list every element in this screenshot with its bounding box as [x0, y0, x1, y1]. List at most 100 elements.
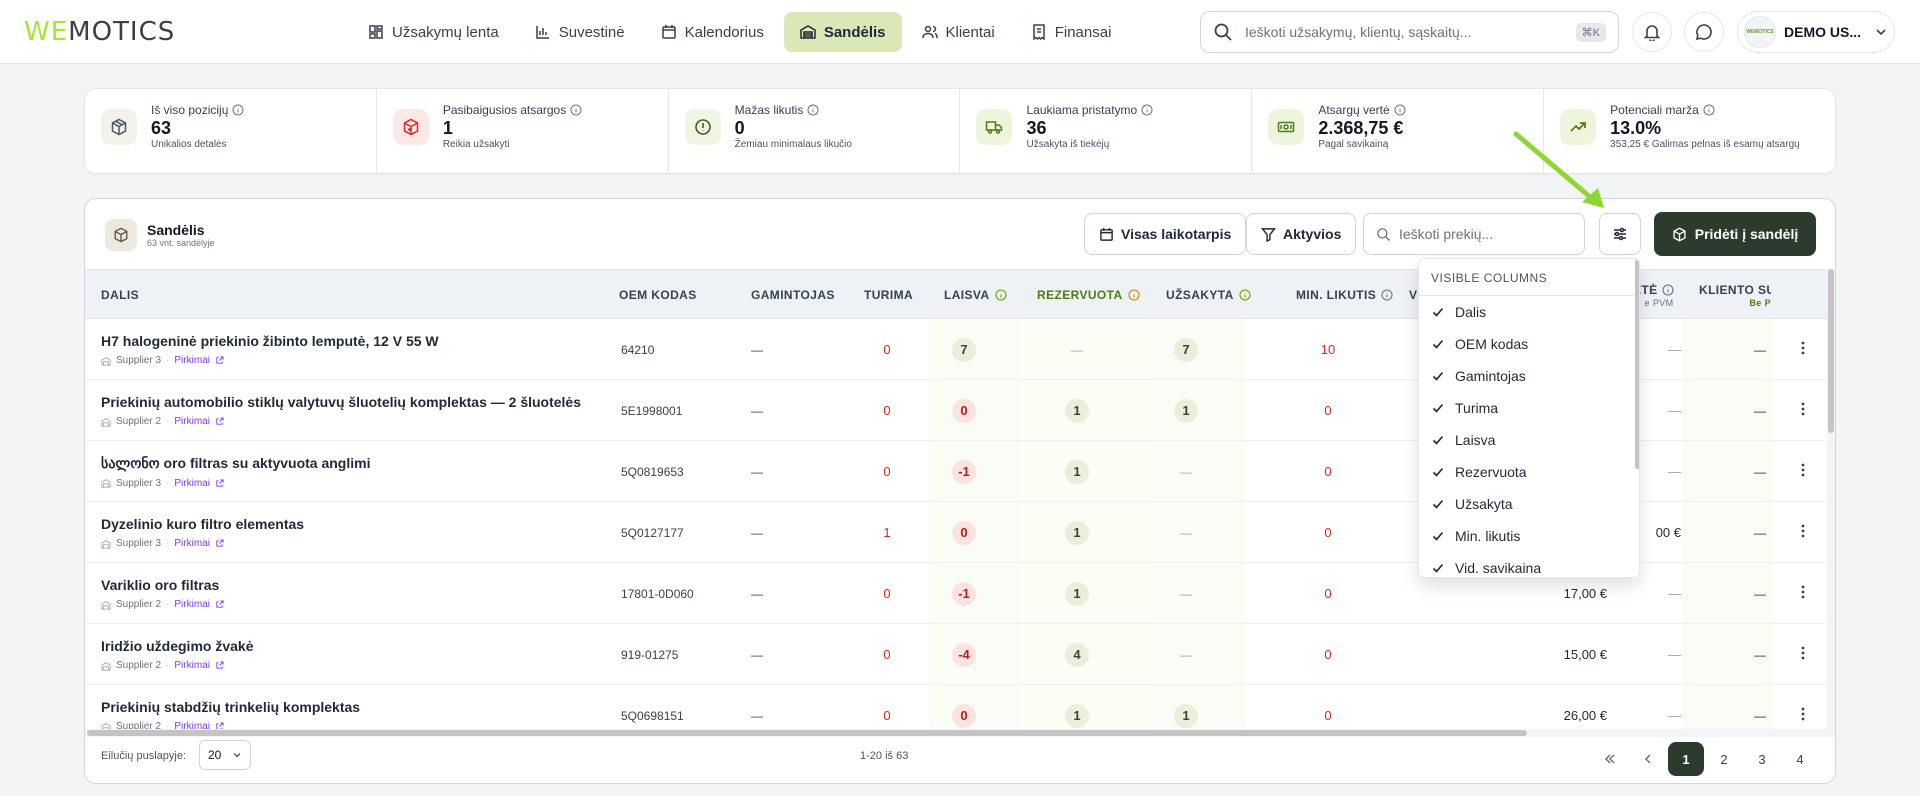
col-header-kliento-suma[interactable]: KLIENTO SUIBe P [1699, 270, 1771, 320]
part-cell[interactable]: Priekinių automobilio stiklų valytuvų šl… [101, 380, 601, 441]
oem-code: 5Q0819653 [621, 464, 684, 479]
next-page-button[interactable] [1820, 742, 1835, 776]
nav-item-suvestine[interactable]: Suvestinė [519, 12, 641, 52]
part-cell[interactable]: Iridžio uždegimo žvakė Supplier 2 · Pirk… [101, 624, 601, 685]
period-filter-button[interactable]: Visas laikotarpis [1084, 213, 1247, 255]
info-icon [232, 104, 244, 116]
search-shortcut-badge: ⌘K [1575, 22, 1606, 42]
col-header-oem[interactable]: OEM KODAS [619, 270, 697, 320]
column-toggle-item[interactable]: Rezervuota [1419, 456, 1639, 488]
info-icon [1394, 104, 1406, 116]
row-actions-icon[interactable] [1801, 463, 1805, 477]
part-cell[interactable]: სალონო oro filtras su aktyvuota anglimi … [101, 441, 601, 502]
part-name[interactable]: Dyzelinio kuro filtro elementas [101, 516, 304, 532]
col-header-min-likutis[interactable]: MIN. LIKUTIS [1296, 270, 1393, 320]
column-toggle-item[interactable]: Min. likutis [1419, 520, 1639, 552]
add-to-warehouse-button[interactable]: Pridėti į sandėlį [1654, 212, 1816, 256]
part-name[interactable]: სალონო oro filtras su aktyvuota anglimi [101, 455, 370, 472]
first-page-button[interactable] [1592, 742, 1628, 776]
nav-item-uzsakymu-lenta[interactable]: Užsakymų lenta [352, 12, 515, 52]
row-actions-icon[interactable] [1801, 341, 1805, 355]
purchases-link[interactable]: Pirkimai [174, 599, 210, 610]
part-name[interactable]: Priekinių stabdžių trinkelių komplektas [101, 699, 360, 715]
horizontal-scrollbar[interactable] [85, 729, 1835, 737]
min-stock: 0 [1324, 525, 1332, 540]
vertical-scrollbar-thumb[interactable] [1828, 269, 1834, 433]
status-filter-button[interactable]: Aktyvios [1246, 213, 1357, 255]
stat-stock-value: Atsargų vertė 2.368,75 € Pagal savikainą [1252, 89, 1545, 173]
col-header-gamintojas[interactable]: GAMINTOJAS [751, 270, 835, 320]
min-stock: 0 [1324, 403, 1332, 418]
rows-per-page-select[interactable]: 20 [199, 740, 251, 770]
nav-item-kalendorius[interactable]: Kalendorius [645, 12, 780, 52]
info-icon [570, 104, 582, 116]
col-header-rezervuota[interactable]: REZERVUOTA [1037, 270, 1140, 320]
part-cell[interactable]: H7 halogeninė priekinio žibinto lemputė,… [101, 319, 601, 380]
row-actions-icon[interactable] [1801, 585, 1805, 599]
user-menu[interactable]: WEMOTICS DEMO US... [1737, 11, 1895, 53]
check-icon [1431, 369, 1445, 383]
notifications-button[interactable] [1632, 12, 1672, 52]
column-toggle-item[interactable]: Turima [1419, 392, 1639, 424]
stock-on-hand: 0 [883, 342, 891, 357]
row-actions-icon[interactable] [1801, 707, 1805, 721]
nav-item-klientai[interactable]: Klientai [906, 12, 1011, 52]
part-name[interactable]: Variklio oro filtras [101, 577, 219, 593]
column-toggle-item[interactable]: OEM kodas [1419, 328, 1639, 360]
row-actions-icon[interactable] [1801, 402, 1805, 416]
column-toggle-item[interactable]: Gamintojas [1419, 360, 1639, 392]
min-stock: 0 [1324, 647, 1332, 662]
purchases-link[interactable]: Pirkimai [174, 355, 210, 366]
row-actions-icon[interactable] [1801, 524, 1805, 538]
horizontal-scrollbar-thumb[interactable] [87, 730, 1527, 736]
purchases-link[interactable]: Pirkimai [174, 660, 210, 671]
col-header-laisva[interactable]: LAISVA [944, 270, 1007, 320]
nav-item-finansai[interactable]: Finansai [1015, 12, 1128, 52]
page-button-1[interactable]: 1 [1668, 742, 1704, 776]
banknote-icon [1268, 109, 1305, 145]
dropdown-scrollbar-thumb[interactable] [1635, 259, 1639, 469]
stat-total-items: Iš viso pozicijų 63 Unikalios detalės [85, 89, 377, 173]
column-toggle-item[interactable]: Vid. savikaina [1419, 552, 1639, 577]
vertical-scrollbar[interactable] [1827, 269, 1835, 729]
product-search[interactable] [1363, 213, 1585, 255]
column-toggle-item[interactable]: Užsakyta [1419, 488, 1639, 520]
part-name[interactable]: H7 halogeninė priekinio žibinto lemputė,… [101, 333, 439, 349]
reserved-qty: 1 [1037, 380, 1117, 441]
col-header-turima[interactable]: TURIMA [864, 270, 913, 320]
purchases-link[interactable]: Pirkimai [174, 416, 210, 427]
col-header-dalis[interactable]: DALIS [101, 270, 139, 320]
check-icon [1431, 465, 1445, 479]
part-cell[interactable]: Variklio oro filtras Supplier 2 · Pirkim… [101, 563, 601, 624]
product-search-input[interactable] [1399, 226, 1580, 242]
col-header-uzsakyta[interactable]: UŽSAKYTA [1166, 270, 1251, 320]
column-toggle-item[interactable]: Dalis [1419, 296, 1639, 328]
col-header-vid-savikaina[interactable]: V [1409, 270, 1417, 320]
column-toggle-item[interactable]: Laisva [1419, 424, 1639, 456]
page-button-2[interactable]: 2 [1706, 742, 1742, 776]
client-sum: — [1754, 342, 1766, 357]
info-icon [1661, 283, 1674, 296]
global-search-input[interactable] [1245, 24, 1564, 40]
sliders-icon [1612, 226, 1628, 242]
logo[interactable]: WEMOTICS [24, 18, 175, 46]
messages-button[interactable] [1684, 12, 1724, 52]
page-button-4[interactable]: 4 [1782, 742, 1818, 776]
part-meta: Supplier 2 · Pirkimai [101, 416, 224, 427]
part-name[interactable]: Priekinių automobilio stiklų valytuvų šl… [101, 394, 581, 410]
purchases-link[interactable]: Pirkimai [174, 478, 210, 489]
dropdown-title: VISIBLE COLUMNS [1419, 259, 1639, 296]
nav-item-sandelis[interactable]: Sandėlis [783, 12, 902, 52]
row-actions-icon[interactable] [1801, 646, 1805, 660]
purchases-link[interactable]: Pirkimai [174, 538, 210, 549]
client-sum: — [1754, 525, 1766, 540]
column-settings-button[interactable] [1599, 213, 1641, 255]
part-name[interactable]: Iridžio uždegimo žvakė [101, 638, 253, 654]
prev-page-button[interactable] [1630, 742, 1666, 776]
part-cell[interactable]: Dyzelinio kuro filtro elementas Supplier… [101, 502, 601, 563]
available-qty: 0 [944, 380, 984, 441]
bell-icon [1643, 23, 1661, 41]
page-button-3[interactable]: 3 [1744, 742, 1780, 776]
global-search[interactable]: ⌘K [1200, 11, 1619, 53]
table-row[interactable]: Iridžio uždegimo žvakė Supplier 2 · Pirk… [85, 624, 1835, 685]
